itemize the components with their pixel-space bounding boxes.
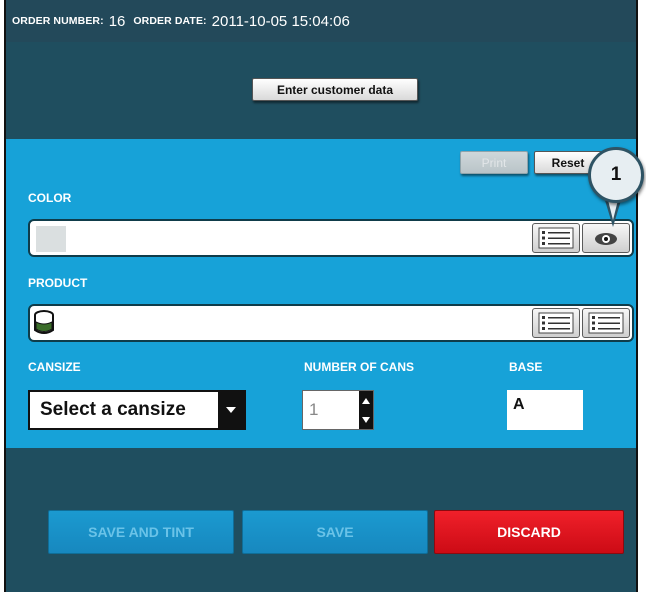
- number-of-cans-stepper[interactable]: 1: [302, 390, 374, 430]
- chevron-down-icon: [362, 416, 370, 423]
- color-list-button[interactable]: [532, 223, 580, 253]
- order-header: ORDER NUMBER: 16 ORDER DATE: 2011-10-05 …: [6, 0, 636, 42]
- discard-button[interactable]: DISCARD: [434, 510, 624, 554]
- eye-icon: [595, 233, 617, 245]
- cansize-selected: Select a cansize: [40, 399, 186, 420]
- list-icon: [538, 312, 574, 334]
- order-date-value: 2011-10-05 15:04:06: [211, 12, 350, 30]
- color-label: COLOR: [28, 191, 72, 205]
- customer-section: Enter customer data: [6, 42, 636, 139]
- base-value: A: [507, 390, 583, 430]
- save-and-tint-button[interactable]: SAVE AND TINT: [48, 510, 234, 554]
- number-of-cans-value[interactable]: 1: [303, 391, 359, 429]
- cansize-label: CANSIZE: [28, 360, 81, 374]
- color-view-button[interactable]: [582, 223, 630, 253]
- base-label: BASE: [509, 360, 543, 374]
- print-button[interactable]: Print: [460, 151, 528, 174]
- product-list-button-2[interactable]: [582, 308, 630, 338]
- order-panel: Print Reset COLOR PRODUCT CANSIZE NUMBER…: [6, 139, 636, 448]
- order-window: ORDER NUMBER: 16 ORDER DATE: 2011-10-05 …: [4, 0, 644, 592]
- paint-can-icon: [34, 310, 54, 334]
- color-field[interactable]: [28, 219, 634, 257]
- order-date-label: ORDER DATE:: [133, 15, 207, 27]
- chevron-down-icon[interactable]: [218, 392, 244, 428]
- chevron-up-icon: [362, 397, 370, 404]
- list-icon: [588, 312, 624, 334]
- list-icon: [538, 227, 574, 249]
- enter-customer-data-button[interactable]: Enter customer data: [252, 78, 418, 101]
- stepper-buttons: [359, 391, 373, 429]
- product-label: PRODUCT: [28, 276, 88, 290]
- product-field[interactable]: [28, 304, 634, 342]
- cansize-select[interactable]: Select a cansize: [28, 390, 246, 430]
- callout-badge: 1: [588, 147, 644, 203]
- order-number-label: ORDER NUMBER:: [12, 15, 104, 27]
- order-number-value: 16: [108, 12, 126, 30]
- frame: ORDER NUMBER: 16 ORDER DATE: 2011-10-05 …: [0, 0, 646, 592]
- number-of-cans-label: NUMBER OF CANS: [304, 360, 414, 374]
- product-list-button[interactable]: [532, 308, 580, 338]
- decrement-button[interactable]: [359, 410, 373, 429]
- color-swatch: [36, 226, 66, 252]
- increment-button[interactable]: [359, 391, 373, 410]
- save-button[interactable]: SAVE: [242, 510, 428, 554]
